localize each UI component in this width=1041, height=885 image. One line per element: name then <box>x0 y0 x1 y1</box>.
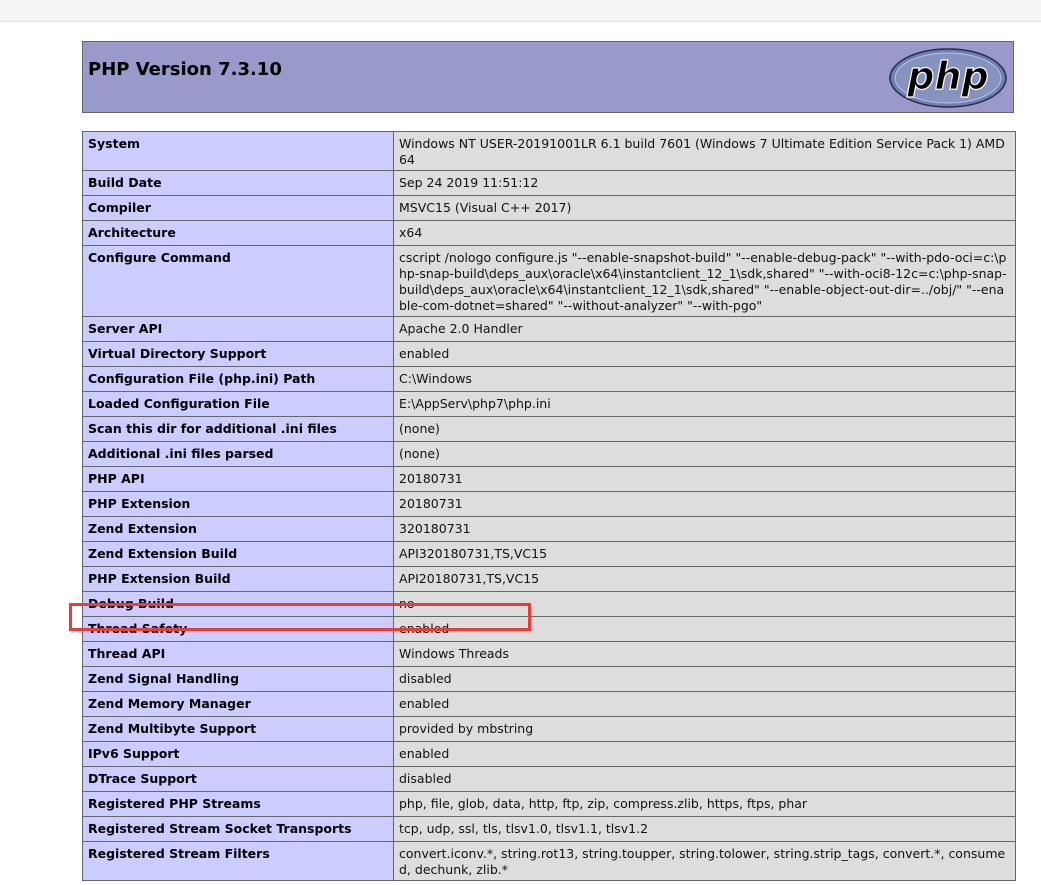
row-value: E:\AppServ\php7\php.ini <box>393 391 1016 417</box>
row-key: PHP Extension <box>82 491 394 517</box>
row-value: Sep 24 2019 11:51:12 <box>393 170 1016 196</box>
table-row: Registered PHP Streams php, file, glob, d… <box>82 791 1016 817</box>
row-key: Configure Command <box>82 245 394 317</box>
row-key: PHP Extension Build <box>82 566 394 592</box>
php-logo: php <box>889 48 1007 108</box>
row-key: Registered PHP Streams <box>82 791 394 817</box>
row-key: Loaded Configuration File <box>82 391 394 417</box>
row-key: Zend Multibyte Support <box>82 716 394 742</box>
browser-top-bar <box>0 0 1041 22</box>
table-row: Zend Memory Manager enabled <box>82 691 1016 717</box>
table-row: Server API Apache 2.0 Handler <box>82 316 1016 342</box>
row-value: (none) <box>393 416 1016 442</box>
row-value: disabled <box>393 766 1016 792</box>
row-value: tcp, udp, ssl, tls, tlsv1.0, tlsv1.1, tl… <box>393 816 1016 842</box>
row-key: Configuration File (php.ini) Path <box>82 366 394 392</box>
table-row: DTrace Support disabled <box>82 766 1016 792</box>
row-key: Scan this dir for additional .ini files <box>82 416 394 442</box>
table-row: Thread API Windows Threads <box>82 641 1016 667</box>
svg-text:php: php <box>906 54 988 98</box>
row-key: Zend Memory Manager <box>82 691 394 717</box>
table-row: Virtual Directory Support enabled <box>82 341 1016 367</box>
row-key: Zend Extension Build <box>82 541 394 567</box>
row-key: Build Date <box>82 170 394 196</box>
row-value: 20180731 <box>393 466 1016 492</box>
row-value: Windows Threads <box>393 641 1016 667</box>
table-row: System Windows NT USER-20191001LR 6.1 bui… <box>82 131 1016 171</box>
table-row: Build Date Sep 24 2019 11:51:12 <box>82 170 1016 196</box>
row-key: Additional .ini files parsed <box>82 441 394 467</box>
row-value: Apache 2.0 Handler <box>393 316 1016 342</box>
table-row: Configuration File (php.ini) Path C:\Wind… <box>82 366 1016 392</box>
row-value: (none) <box>393 441 1016 467</box>
row-key: Server API <box>82 316 394 342</box>
row-value: no <box>393 591 1016 617</box>
table-row: Registered Stream Filters convert.iconv.*… <box>82 841 1016 881</box>
table-row: PHP Extension Build API20180731,TS,VC15 <box>82 566 1016 592</box>
row-key: Thread Safety <box>82 616 394 642</box>
row-value: C:\Windows <box>393 366 1016 392</box>
row-value: enabled <box>393 691 1016 717</box>
row-value: 320180731 <box>393 516 1016 542</box>
table-row: Debug Build no <box>82 591 1016 617</box>
row-key: Registered Stream Socket Transports <box>82 816 394 842</box>
row-key: Zend Signal Handling <box>82 666 394 692</box>
table-row: Registered Stream Socket Transports tcp, … <box>82 816 1016 842</box>
page-title: PHP Version 7.3.10 <box>88 59 282 80</box>
row-value: cscript /nologo configure.js "--enable-s… <box>393 245 1016 317</box>
table-row: Loaded Configuration File E:\AppServ\php7… <box>82 391 1016 417</box>
row-value: API320180731,TS,VC15 <box>393 541 1016 567</box>
row-key: PHP API <box>82 466 394 492</box>
table-row: Thread Safety enabled <box>82 616 1016 642</box>
row-value: php, file, glob, data, http, ftp, zip, c… <box>393 791 1016 817</box>
row-value: enabled <box>393 741 1016 767</box>
table-row: Zend Extension Build API320180731,TS,VC15 <box>82 541 1016 567</box>
row-key: Architecture <box>82 220 394 246</box>
row-value: enabled <box>393 341 1016 367</box>
table-row: IPv6 Support enabled <box>82 741 1016 767</box>
php-info-table: System Windows NT USER-20191001LR 6.1 bui… <box>82 131 1016 881</box>
row-value: API20180731,TS,VC15 <box>393 566 1016 592</box>
table-row: PHP API 20180731 <box>82 466 1016 492</box>
row-value: convert.iconv.*, string.rot13, string.to… <box>393 841 1016 881</box>
row-value: provided by mbstring <box>393 716 1016 742</box>
row-key: Thread API <box>82 641 394 667</box>
table-row: Scan this dir for additional .ini files(… <box>82 416 1016 442</box>
table-row: Additional .ini files parsed (none) <box>82 441 1016 467</box>
row-key: System <box>82 131 394 171</box>
table-row: Compiler MSVC15 (Visual C++ 2017) <box>82 195 1016 221</box>
row-value: 20180731 <box>393 491 1016 517</box>
row-key: Registered Stream Filters <box>82 841 394 881</box>
row-key: Compiler <box>82 195 394 221</box>
table-row: Zend Multibyte Support provided by mbstri… <box>82 716 1016 742</box>
table-row: Zend Extension 320180731 <box>82 516 1016 542</box>
row-value: MSVC15 (Visual C++ 2017) <box>393 195 1016 221</box>
php-version-header: PHP Version 7.3.10 php <box>82 41 1014 113</box>
table-row: Configure Command cscript /nologo configu… <box>82 245 1016 317</box>
table-row: Architecture x64 <box>82 220 1016 246</box>
row-value: Windows NT USER-20191001LR 6.1 build 760… <box>393 131 1016 171</box>
row-key: Virtual Directory Support <box>82 341 394 367</box>
row-key: IPv6 Support <box>82 741 394 767</box>
row-key: DTrace Support <box>82 766 394 792</box>
row-key: Zend Extension <box>82 516 394 542</box>
row-value: disabled <box>393 666 1016 692</box>
row-key: Debug Build <box>82 591 394 617</box>
row-value: enabled <box>393 616 1016 642</box>
table-row: Zend Signal Handling disabled <box>82 666 1016 692</box>
row-value: x64 <box>393 220 1016 246</box>
table-row: PHP Extension 20180731 <box>82 491 1016 517</box>
